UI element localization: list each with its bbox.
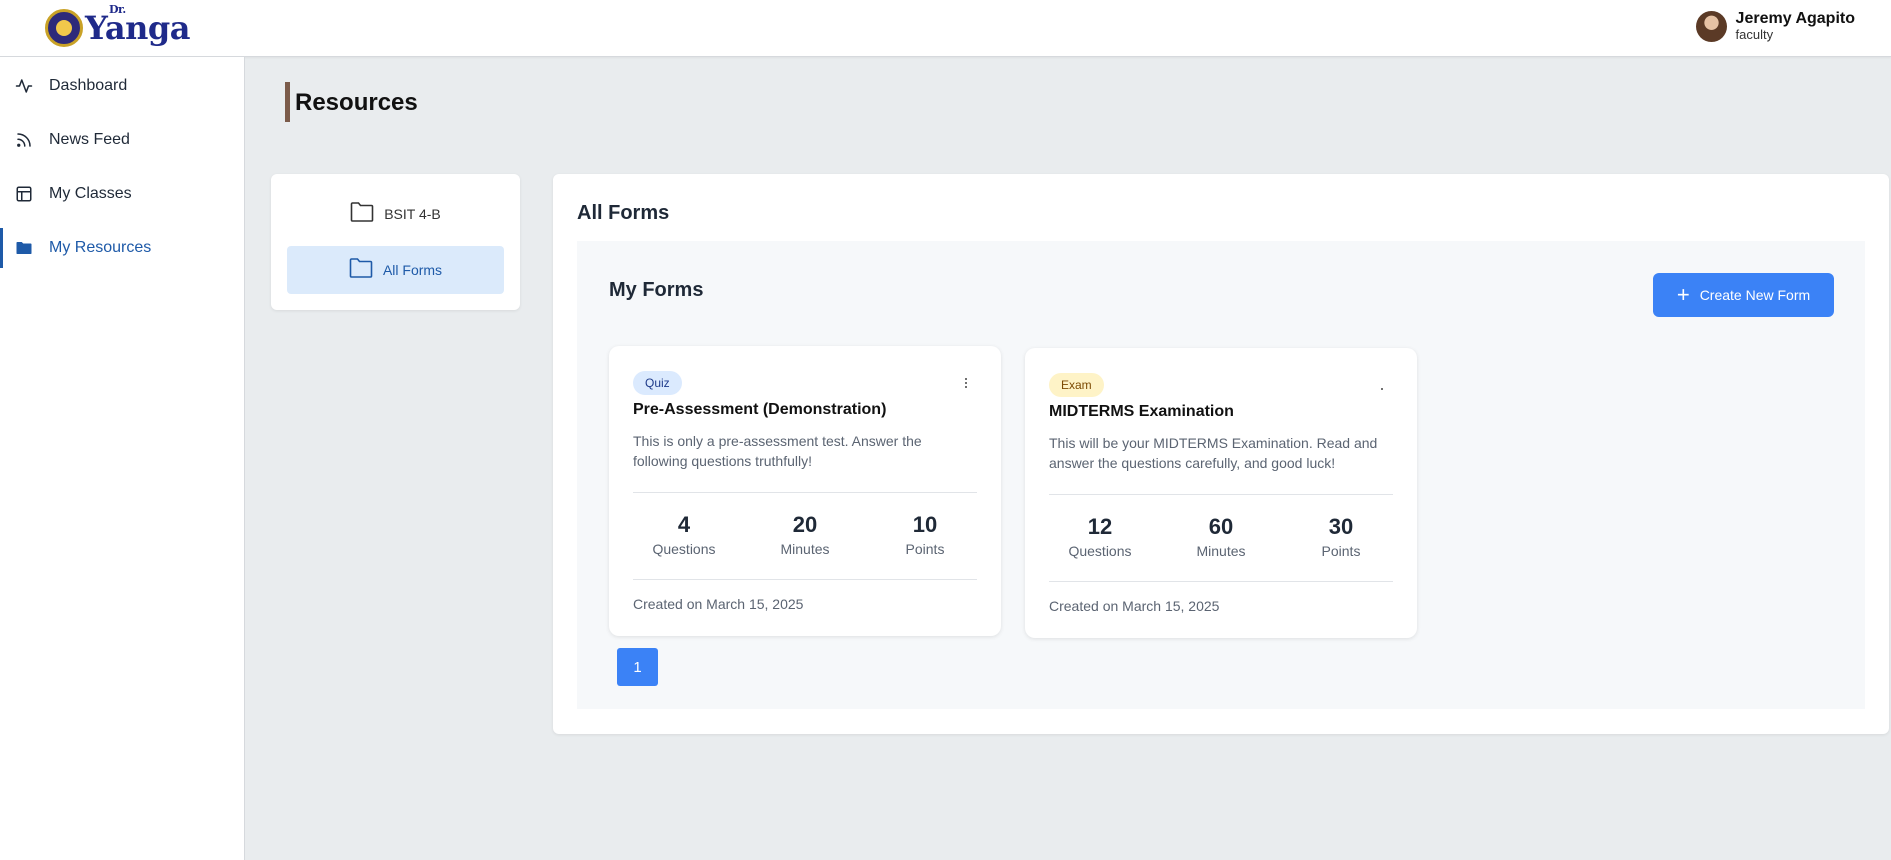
sidebar-item-label: News Feed bbox=[49, 131, 130, 148]
stat-minutes: 60 Minutes bbox=[1166, 514, 1276, 559]
section-title: My Forms bbox=[609, 279, 704, 301]
sidebar-item-label: My Classes bbox=[49, 185, 132, 202]
sidebar: Dashboard News Feed My Classes My Resour… bbox=[0, 57, 245, 860]
sidebar-item-my-resources[interactable]: My Resources bbox=[0, 228, 245, 268]
plus-icon: + bbox=[1676, 282, 1690, 307]
divider bbox=[1049, 494, 1393, 495]
layout-icon bbox=[15, 185, 33, 203]
logo-wordmark: Dr. Yanga bbox=[85, 3, 190, 47]
top-bar: Dr. Yanga Jeremy Agapito faculty bbox=[0, 0, 1891, 57]
folder-outline-icon bbox=[350, 201, 374, 228]
sidebar-item-dashboard[interactable]: Dashboard bbox=[0, 66, 245, 106]
form-title: MIDTERMS Examination bbox=[1049, 403, 1234, 420]
stat-value: 20 bbox=[792, 512, 818, 537]
logo[interactable]: Dr. Yanga bbox=[45, 3, 190, 51]
logo-prefix: Dr. bbox=[109, 3, 126, 16]
create-new-form-label: Create New Form bbox=[1699, 287, 1811, 303]
folder-item-all-forms[interactable]: All Forms bbox=[287, 246, 504, 294]
page-title-accent bbox=[285, 82, 290, 122]
forms-container: My Forms + Create New Form Quiz Pre-Asse… bbox=[577, 241, 1865, 709]
stat-label: Questions bbox=[1068, 543, 1132, 559]
divider bbox=[1049, 581, 1393, 582]
create-new-form-button[interactable]: + Create New Form bbox=[1653, 273, 1834, 317]
form-title: Pre-Assessment (Demonstration) bbox=[633, 401, 887, 418]
form-description: This will be your MIDTERMS Examination. … bbox=[1049, 435, 1378, 471]
user-name: Jeremy Agapito bbox=[1735, 10, 1855, 27]
divider bbox=[633, 579, 977, 580]
form-created-date: Created on March 15, 2025 bbox=[1049, 598, 1220, 614]
stat-label: Points bbox=[1321, 543, 1361, 559]
rss-icon bbox=[15, 131, 33, 149]
stat-value: 60 bbox=[1208, 514, 1234, 539]
form-card[interactable]: Quiz Pre-Assessment (Demonstration) This… bbox=[609, 346, 1001, 636]
more-options-icon[interactable] bbox=[961, 376, 971, 390]
stat-label: Questions bbox=[652, 541, 716, 557]
stat-value: 30 bbox=[1328, 514, 1354, 539]
user-info: Jeremy Agapito faculty bbox=[1736, 10, 1855, 42]
stat-minutes: 20 Minutes bbox=[750, 512, 860, 557]
panel-title: All Forms bbox=[577, 202, 670, 224]
folder-item-bsit-4b[interactable]: BSIT 4-B bbox=[287, 190, 504, 238]
logo-name: Yanga bbox=[85, 9, 190, 47]
more-options-icon[interactable] bbox=[1377, 378, 1387, 392]
stat-label: Minutes bbox=[1196, 543, 1246, 559]
stat-value: 12 bbox=[1087, 514, 1113, 539]
activity-icon bbox=[15, 77, 33, 95]
pagination-page-button[interactable]: 1 bbox=[617, 648, 658, 686]
sidebar-item-label: My Resources bbox=[49, 239, 152, 256]
avatar[interactable] bbox=[1695, 10, 1727, 42]
form-card[interactable]: Exam MIDTERMS Examination This will be y… bbox=[1025, 348, 1417, 638]
form-description: This is only a pre-assessment test. Answ… bbox=[633, 433, 922, 469]
school-seal-icon bbox=[45, 9, 83, 47]
stat-label: Points bbox=[905, 541, 945, 557]
user-role: faculty bbox=[1735, 27, 1774, 42]
form-type-badge: Quiz bbox=[633, 371, 682, 395]
user-profile[interactable]: Jeremy Agapito faculty bbox=[1695, 10, 1855, 42]
folder-panel: BSIT 4-B All Forms bbox=[271, 174, 520, 310]
form-created-date: Created on March 15, 2025 bbox=[633, 596, 804, 612]
stat-value: 10 bbox=[912, 512, 938, 537]
sidebar-item-label: Dashboard bbox=[49, 77, 128, 94]
folder-outline-icon bbox=[349, 257, 373, 284]
folder-label: BSIT 4-B bbox=[384, 206, 441, 222]
stat-value: 4 bbox=[677, 512, 691, 537]
stat-questions: 4 Questions bbox=[629, 512, 739, 557]
sidebar-item-my-classes[interactable]: My Classes bbox=[0, 174, 245, 214]
form-type-badge: Exam bbox=[1049, 373, 1104, 397]
stat-label: Minutes bbox=[780, 541, 830, 557]
forms-panel: All Forms My Forms + Create New Form Qui… bbox=[553, 174, 1889, 734]
page-title: Resources bbox=[295, 89, 418, 116]
stat-questions: 12 Questions bbox=[1045, 514, 1155, 559]
sidebar-item-news-feed[interactable]: News Feed bbox=[0, 120, 245, 160]
folder-icon bbox=[15, 239, 33, 257]
divider bbox=[633, 492, 977, 493]
stat-points: 10 Points bbox=[870, 512, 980, 557]
stat-points: 30 Points bbox=[1286, 514, 1396, 559]
folder-label: All Forms bbox=[382, 262, 443, 278]
